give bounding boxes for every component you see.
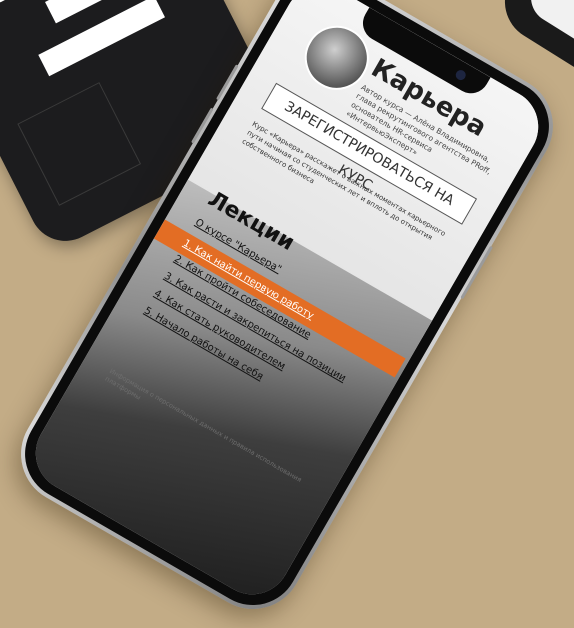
device-frame-outline (17, 82, 142, 206)
camera-icon (453, 68, 468, 82)
device-screen-graphic (0, 0, 178, 88)
device-screen (521, 0, 574, 75)
